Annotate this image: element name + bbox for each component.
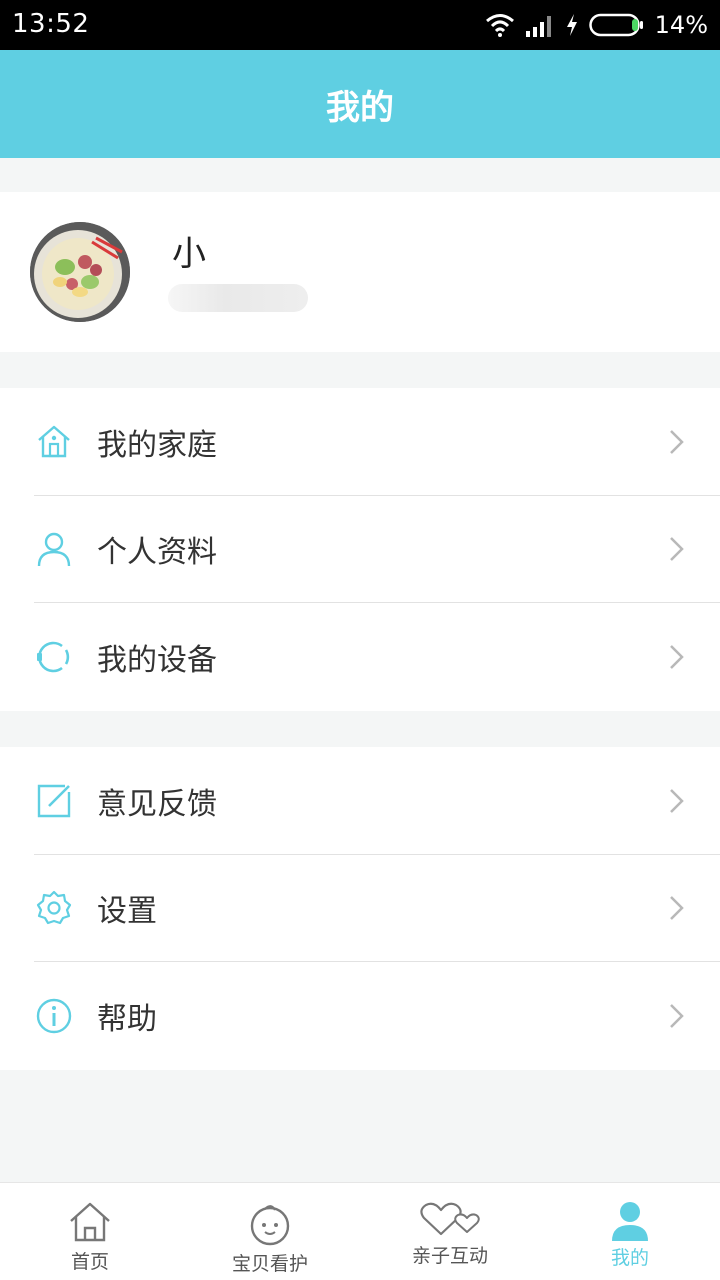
avatar[interactable]	[30, 222, 130, 322]
menu-item-my-family[interactable]: 我的家庭	[0, 388, 720, 496]
watch-device-icon	[37, 641, 70, 673]
baby-face-icon	[250, 1205, 290, 1246]
tab-parent-child[interactable]: 亲子互动	[360, 1183, 540, 1280]
feedback-edit-icon	[37, 784, 71, 817]
menu-item-label: 我的家庭	[97, 427, 217, 463]
tab-home[interactable]: 首页	[0, 1183, 180, 1280]
tab-label: 亲子互动	[411, 1245, 488, 1267]
profile-card[interactable]: 小	[0, 192, 720, 352]
menu-item-my-devices[interactable]: 我的设备	[0, 603, 720, 711]
profile-name: 小	[172, 234, 206, 274]
charging-icon	[566, 14, 577, 36]
chevron-right-icon	[670, 429, 684, 454]
status-icons: 14%	[485, 0, 708, 50]
header: 我的	[0, 50, 720, 158]
house-outline-icon	[70, 1202, 110, 1242]
chevron-right-icon	[670, 537, 684, 562]
menu-item-settings[interactable]: 设置	[0, 855, 720, 963]
page-title: 我的	[326, 87, 394, 128]
tab-label: 宝贝看护	[231, 1253, 308, 1275]
menu-group-1: 我的家庭 个人资料 我的设备	[0, 388, 720, 711]
home-icon	[38, 425, 70, 457]
info-icon	[36, 998, 72, 1034]
battery-icon	[588, 13, 643, 37]
profile-subtitle-redacted	[168, 284, 308, 312]
signal-icon	[525, 16, 551, 37]
menu-item-feedback[interactable]: 意见反馈	[0, 747, 720, 855]
bottom-tab-bar: 首页 宝贝看护 亲子互动 我的	[0, 1182, 720, 1280]
status-bar: 13:52 14%	[0, 0, 720, 50]
menu-item-profile-info[interactable]: 个人资料	[0, 496, 720, 604]
menu-item-label: 意见反馈	[97, 786, 217, 822]
chevron-right-icon	[670, 1004, 684, 1028]
person-filled-icon	[612, 1202, 648, 1241]
menu-item-label: 设置	[97, 894, 157, 930]
chevron-right-icon	[670, 788, 684, 813]
menu-item-help[interactable]: 帮助	[0, 962, 720, 1070]
menu-item-label: 我的设备	[97, 642, 217, 678]
menu-item-label: 帮助	[97, 1001, 157, 1037]
status-time: 13:52	[12, 9, 90, 39]
gear-icon	[36, 891, 72, 925]
tab-mine[interactable]: 我的	[540, 1183, 720, 1280]
person-icon	[37, 533, 71, 567]
chevron-right-icon	[670, 645, 684, 669]
battery-percent: 14%	[654, 11, 708, 39]
menu-group-2: 意见反馈 设置 帮助	[0, 747, 720, 1070]
hearts-icon	[420, 1202, 480, 1236]
tab-baby-care[interactable]: 宝贝看护	[180, 1183, 360, 1280]
menu-item-label: 个人资料	[97, 535, 217, 571]
tab-label: 首页	[70, 1251, 109, 1273]
chevron-right-icon	[670, 896, 684, 921]
wifi-icon	[485, 14, 514, 37]
tab-label: 我的	[610, 1247, 649, 1269]
